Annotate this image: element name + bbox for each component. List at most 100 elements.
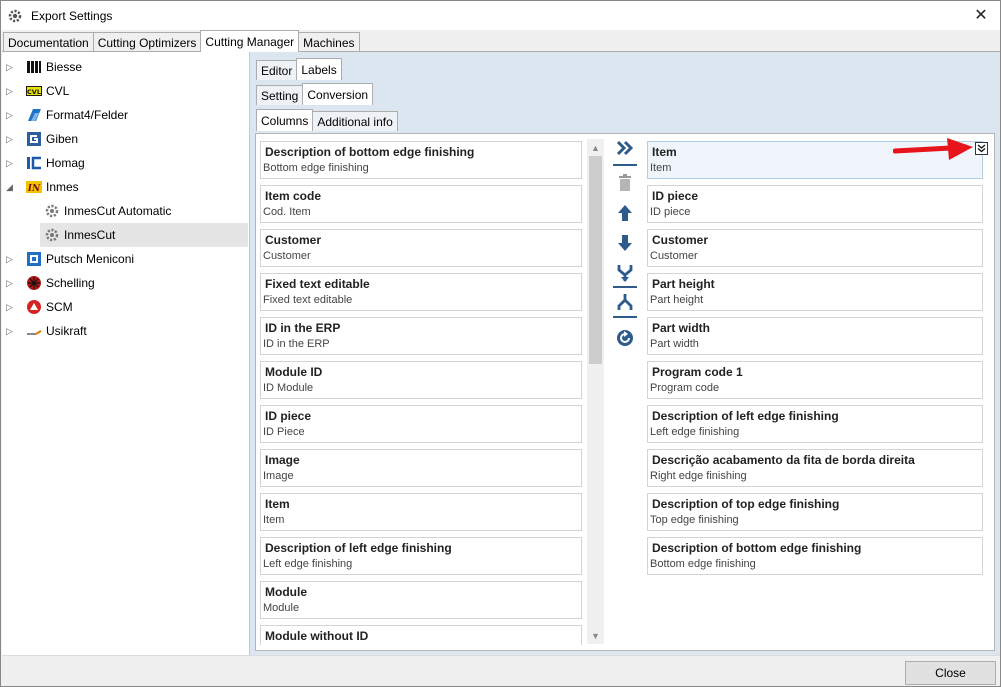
- tree-item-label: Giben: [46, 132, 79, 146]
- annotation-arrow-icon: [893, 138, 973, 160]
- close-button[interactable]: Close: [905, 661, 996, 685]
- expand-icon[interactable]: ▷: [6, 86, 16, 97]
- list-item[interactable]: Module Module: [260, 581, 582, 619]
- expand-icon[interactable]: ▷: [6, 62, 16, 73]
- list-item[interactable]: Description of bottom edge finishing Bott…: [260, 141, 582, 179]
- tree-item-inmes[interactable]: ◢ IN Inmes: [6, 175, 79, 199]
- scroll-down-icon[interactable]: ▼: [587, 627, 604, 644]
- selected-columns-list: Item Item ID piece ID piece Customer Custom…: [647, 141, 989, 645]
- tree-item-giben[interactable]: ▷ Giben: [6, 127, 78, 151]
- list-item[interactable]: Description of bottom edge finishing Bott…: [647, 537, 983, 575]
- list-item[interactable]: Module without ID: [260, 625, 582, 645]
- expand-icon[interactable]: ▷: [6, 278, 16, 289]
- toolbar-divider: [613, 164, 637, 166]
- gear-icon: [45, 228, 59, 242]
- labels-tabs: Setting Conversion: [256, 83, 374, 105]
- list-item[interactable]: ID in the ERP ID in the ERP: [260, 317, 582, 355]
- tab-cutting-manager[interactable]: Cutting Manager: [200, 30, 300, 52]
- trash-icon: [619, 174, 631, 191]
- move-up-button[interactable]: [613, 201, 637, 225]
- collapse-icon[interactable]: ◢: [6, 182, 16, 193]
- tab-cutting-optimizers[interactable]: Cutting Optimizers: [92, 32, 202, 52]
- toolbar-divider: [613, 286, 637, 288]
- tab-additional-info[interactable]: Additional info: [312, 111, 398, 131]
- arrow-up-icon: [618, 205, 632, 221]
- tree-item-putsch-meniconi[interactable]: ▷ Putsch Meniconi: [6, 247, 134, 271]
- giben-logo-icon: [27, 132, 41, 146]
- split-button[interactable]: [613, 290, 637, 314]
- tree-item-homag[interactable]: ▷ Homag: [6, 151, 85, 175]
- putsch-logo-icon: [27, 252, 41, 266]
- expand-icon[interactable]: ▷: [6, 134, 16, 145]
- inmes-logo-icon: IN: [26, 181, 42, 194]
- tab-machines[interactable]: Machines: [298, 32, 360, 52]
- title-bar: Export Settings ✕: [0, 0, 1001, 30]
- tree-item-label: Homag: [46, 156, 85, 170]
- conversion-tabs: Columns Additional info: [256, 109, 398, 131]
- tab-columns[interactable]: Columns: [256, 109, 314, 131]
- merge-button[interactable]: [613, 261, 637, 285]
- dialog-body: Documentation Cutting Optimizers Cutting…: [0, 30, 1001, 687]
- tree-item-schelling[interactable]: ▷ Schelling: [6, 271, 95, 295]
- window-title: Export Settings: [31, 8, 113, 23]
- expand-icon[interactable]: ▷: [6, 326, 16, 337]
- tab-labels[interactable]: Labels: [296, 58, 342, 80]
- tab-editor[interactable]: Editor: [256, 60, 298, 80]
- list-item[interactable]: ID piece ID Piece: [260, 405, 582, 443]
- tree-item-inmescut-automatic[interactable]: InmesCut Automatic: [44, 199, 171, 223]
- tree-item-label: CVL: [46, 84, 70, 98]
- editor-tabs: Editor Labels: [256, 58, 342, 80]
- tree-item-label: Format4/Felder: [46, 108, 129, 122]
- arrow-down-icon: [618, 235, 632, 251]
- list-item[interactable]: Program code 1 Program code: [647, 361, 983, 399]
- list-item[interactable]: ID piece ID piece: [647, 185, 983, 223]
- expand-icon[interactable]: ▷: [6, 110, 16, 121]
- expand-icon[interactable]: ▷: [6, 254, 16, 265]
- vertical-scrollbar[interactable]: ▲ ▼: [587, 139, 604, 644]
- list-item[interactable]: Part width Part width: [647, 317, 983, 355]
- tree-item-inmescut[interactable]: InmesCut: [40, 223, 248, 247]
- reset-button[interactable]: [613, 326, 637, 350]
- schelling-logo-icon: [27, 276, 41, 290]
- gear-icon: [45, 204, 59, 218]
- tree-item-format4[interactable]: ▷ Format4/Felder: [6, 103, 128, 127]
- tree-item-scm[interactable]: ▷ SCM: [6, 295, 73, 319]
- tree-item-biesse[interactable]: ▷ Biesse: [6, 55, 82, 79]
- biesse-logo-icon: [27, 61, 41, 73]
- tab-conversion[interactable]: Conversion: [302, 83, 374, 105]
- homag-logo-icon: [27, 156, 41, 170]
- list-item[interactable]: Description of left edge finishing Left e…: [647, 405, 983, 443]
- list-item[interactable]: Fixed text editable Fixed text editable: [260, 273, 582, 311]
- expand-icon[interactable]: ▷: [6, 158, 16, 169]
- list-item[interactable]: Module ID ID Module: [260, 361, 582, 399]
- list-item[interactable]: Image Image: [260, 449, 582, 487]
- svg-text:CVL: CVL: [27, 88, 41, 96]
- list-item[interactable]: Item Item: [260, 493, 582, 531]
- list-item[interactable]: Description of top edge finishing Top edg…: [647, 493, 983, 531]
- add-all-button[interactable]: [613, 136, 637, 160]
- format4-logo-icon: [28, 109, 41, 121]
- manufacturer-tree: ▷ Biesse ▷ CVL CVL ▷ Format4/Felder ▷ Gi…: [2, 52, 249, 655]
- list-item[interactable]: Part height Part height: [647, 273, 983, 311]
- list-item[interactable]: Item code Cod. Item: [260, 185, 582, 223]
- scroll-thumb[interactable]: [589, 156, 602, 364]
- list-item[interactable]: Customer Customer: [260, 229, 582, 267]
- tree-item-usikraft[interactable]: ▷ Usikraft: [6, 319, 87, 343]
- scroll-up-icon[interactable]: ▲: [587, 139, 604, 156]
- delete-button[interactable]: [613, 171, 637, 195]
- tab-documentation[interactable]: Documentation: [3, 32, 94, 52]
- move-down-button[interactable]: [613, 231, 637, 255]
- cvl-logo-icon: CVL: [26, 86, 42, 96]
- expand-icon[interactable]: ▷: [6, 302, 16, 313]
- svg-text:IN: IN: [27, 184, 41, 194]
- list-item[interactable]: Descrição acabamento da fita de borda di…: [647, 449, 983, 487]
- list-item[interactable]: Description of left edge finishing Left e…: [260, 537, 582, 575]
- refresh-icon: [617, 330, 633, 346]
- window-close-button[interactable]: ✕: [970, 5, 992, 25]
- tab-setting[interactable]: Setting: [256, 85, 304, 105]
- tree-item-cvl[interactable]: ▷ CVL CVL: [6, 79, 69, 103]
- usikraft-logo-icon: [27, 330, 42, 335]
- list-item[interactable]: Customer Customer: [647, 229, 983, 267]
- item-details-toggle-button[interactable]: [975, 142, 988, 155]
- tree-item-label: Biesse: [46, 60, 83, 74]
